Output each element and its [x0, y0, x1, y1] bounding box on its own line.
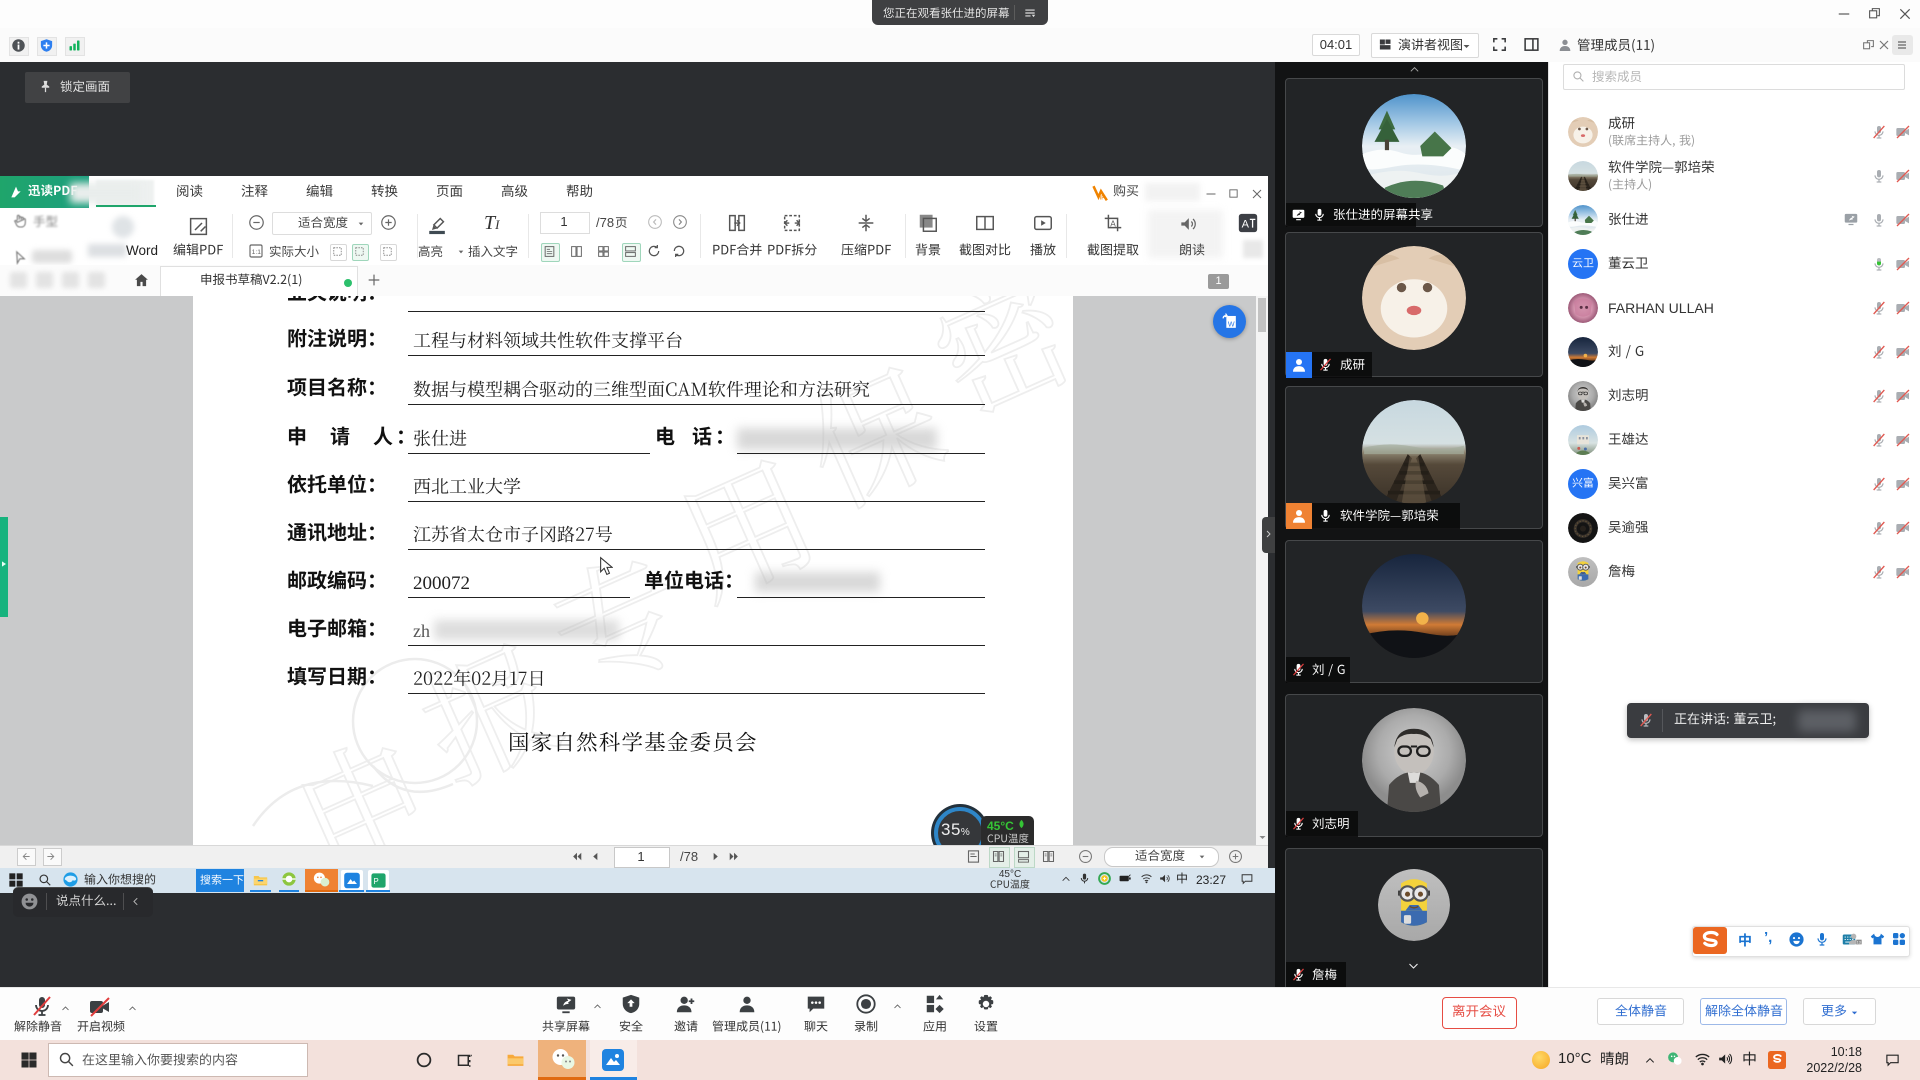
svg-text:P: P — [374, 877, 379, 886]
svg-text:IP: IP — [1099, 195, 1106, 202]
svg-text:A: A — [1242, 219, 1250, 231]
svg-text:A: A — [1110, 220, 1116, 229]
svg-text:13: 13 — [1857, 941, 1861, 945]
svg-text:1:1: 1:1 — [252, 249, 262, 256]
svg-text:W: W — [1228, 320, 1235, 328]
